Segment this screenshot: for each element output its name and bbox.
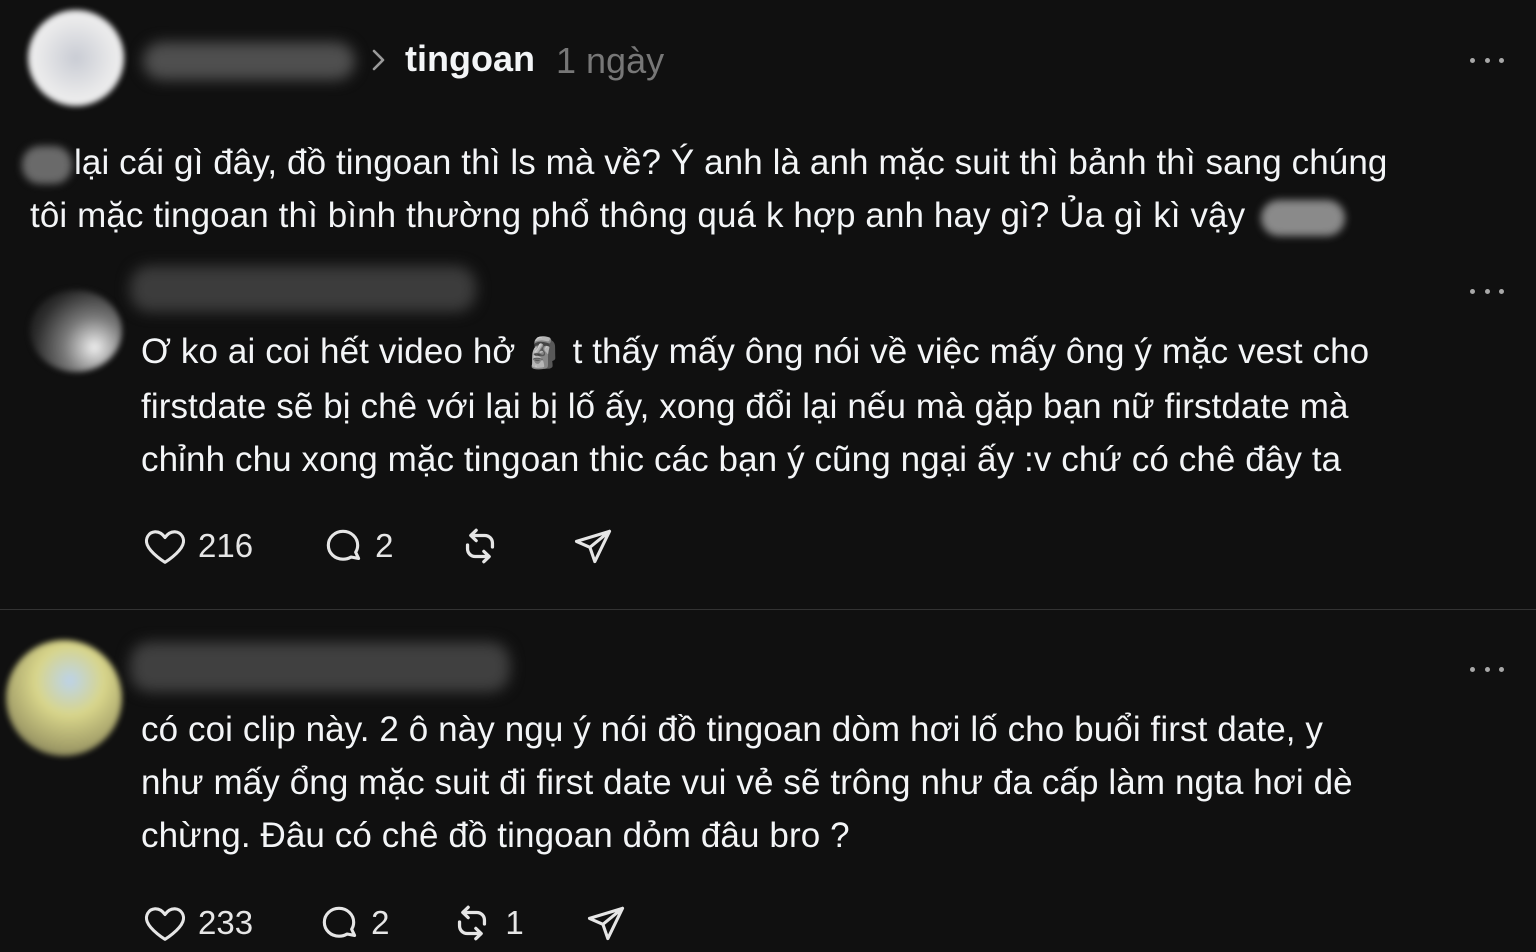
share-button[interactable]	[584, 900, 628, 946]
original-poster-avatar[interactable]	[28, 10, 124, 106]
repost-icon	[458, 905, 487, 941]
reply-action-bar: 233 2 1	[142, 898, 628, 948]
share-icon	[575, 529, 612, 564]
like-button[interactable]: 233	[142, 900, 253, 946]
post-body-line: lại cái gì đây, đồ tingoan thì ls mà về?…	[22, 136, 1388, 189]
post-timestamp: 1 ngày	[556, 40, 665, 81]
comment-count: 2	[371, 904, 390, 941]
more-options-icon[interactable]	[1470, 55, 1504, 65]
reply-username-blurred[interactable]	[130, 266, 476, 312]
comment-button[interactable]: 2	[321, 523, 393, 569]
reply-action-bar: 216 2	[142, 521, 615, 571]
heart-icon	[144, 907, 186, 941]
comment-button[interactable]: 2	[317, 900, 389, 946]
repost-icon	[466, 528, 495, 564]
reply-body-line: Ơ ko ai coi hết video hở 🗿 t thấy mấy ôn…	[141, 332, 1370, 371]
like-count: 233	[198, 904, 254, 941]
reply-body-line: chừng. Đâu có chê đồ tingoan dỏm đâu bro…	[141, 816, 850, 855]
threads-conversation: tingoan 1 ngày lại cái gì đây, đồ tingoa…	[0, 0, 1536, 952]
share-icon	[587, 906, 624, 941]
comment-count: 2	[375, 527, 394, 564]
reply-body-line: có coi clip này. 2 ô này ngụ ý nói đồ ti…	[141, 710, 1324, 749]
heart-icon	[144, 530, 186, 564]
reply-to-username[interactable]: tingoan	[405, 38, 535, 80]
original-poster-name-blurred[interactable]	[143, 42, 355, 80]
reply-avatar[interactable]	[30, 290, 122, 372]
comment-icon	[326, 529, 361, 561]
share-button[interactable]	[571, 523, 615, 569]
post-body-line: tôi mặc tingoan thì bình thường phổ thôn…	[22, 189, 1388, 242]
reply-body: Ơ ko ai coi hết video hở 🗿 t thấy mấy ôn…	[141, 325, 1369, 486]
reply-body-line: chỉnh chu xong mặc tingoan thic các bạn …	[141, 440, 1342, 479]
comment-icon	[322, 906, 357, 938]
reply-body-line: firstdate sẽ bị chê với lại bị lố ấy, xo…	[141, 387, 1349, 426]
like-button[interactable]: 216	[142, 523, 253, 569]
like-count: 216	[198, 527, 254, 564]
blurred-emoji	[1261, 199, 1346, 236]
post-body: lại cái gì đây, đồ tingoan thì ls mà về?…	[22, 136, 1388, 242]
reply-username-blurred[interactable]	[130, 642, 510, 692]
blurred-mention	[22, 145, 72, 184]
more-options-icon[interactable]	[1470, 286, 1504, 296]
reply-divider	[0, 609, 1536, 610]
reply-body-line: như mấy ổng mặc suit đi first date vui v…	[141, 763, 1353, 802]
repost-button[interactable]	[457, 523, 513, 569]
repost-button[interactable]: 1	[449, 900, 524, 946]
moai-emoji: 🗿	[525, 337, 563, 370]
reply-body: có coi clip này. 2 ô này ngụ ý nói đồ ti…	[141, 703, 1353, 862]
repost-count: 1	[505, 904, 524, 941]
reply-avatar[interactable]	[6, 640, 122, 756]
chevron-right-icon	[372, 49, 385, 71]
more-options-icon[interactable]	[1470, 664, 1504, 674]
